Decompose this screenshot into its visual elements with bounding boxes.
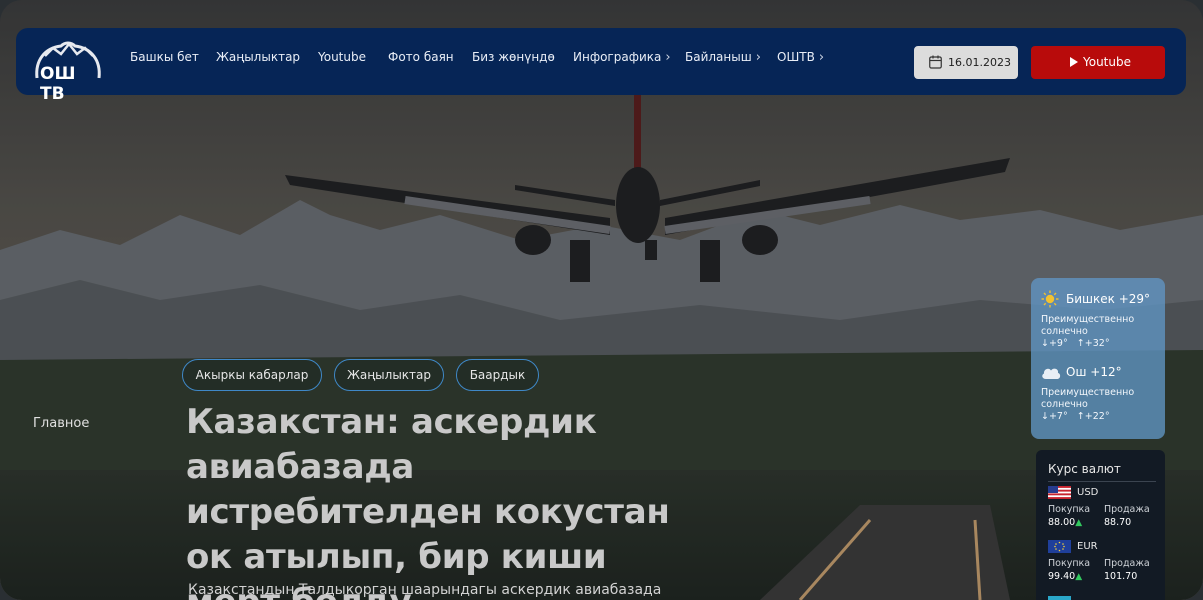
currency-code: USD	[1077, 487, 1099, 498]
weather-low: +7°	[1048, 411, 1068, 422]
buy-label: Покупка	[1048, 504, 1091, 515]
tag-label: Жаңылыктар	[346, 368, 432, 382]
weather-temp: +12°	[1090, 365, 1122, 379]
weather-range: ↓+9° ↑+32°	[1041, 338, 1110, 349]
weather-desc: Преимущественно солнечно	[1041, 387, 1135, 410]
article-subheadline: Казакстандын Талдыкорган шаарындагы аске…	[188, 582, 662, 598]
arrow-up-icon: ▲	[1075, 518, 1083, 528]
currency-widget: Курс валют USD Покупка Продажа 88.00▲ 88…	[1036, 450, 1165, 600]
arrow-up-icon: ↑	[1076, 411, 1085, 422]
weather-high: +32°	[1084, 338, 1110, 349]
play-icon	[1070, 57, 1078, 67]
arrow-up-icon: ▲	[1075, 572, 1083, 582]
nav-item-oshtv[interactable]: ОШТВ ›	[777, 50, 824, 65]
nav-item-label: Башкы бет	[130, 50, 199, 64]
nav-item-label: Инфографика	[573, 50, 662, 64]
arrow-up-icon: ↑	[1076, 338, 1085, 349]
divider	[1048, 481, 1156, 482]
youtube-button-label: Youtube	[1083, 55, 1131, 69]
buy-rate: 99.40	[1048, 571, 1076, 582]
nav-item-label: ОШТВ	[777, 50, 815, 64]
sell-value: 101.70	[1104, 571, 1138, 582]
cloud-icon	[1042, 368, 1061, 379]
buy-label: Покупка	[1048, 558, 1091, 569]
calendar-icon	[929, 55, 942, 69]
buy-value: 99.40▲	[1048, 571, 1082, 582]
nav-item-label: Youtube	[318, 50, 366, 64]
weather-range: ↓+7° ↑+22°	[1041, 411, 1110, 422]
top-navbar: ОШ ТВ Башкы бет Жаңылыктар Youtube Фото …	[16, 28, 1186, 104]
nav-item-infographics[interactable]: Инфографика ›	[573, 50, 671, 65]
nav-item-contact[interactable]: Байланыш ›	[685, 50, 761, 65]
buy-rate: 88.00	[1048, 517, 1076, 528]
currency-code: EUR	[1077, 541, 1098, 552]
kz-flag-icon	[1048, 596, 1071, 600]
arrow-down-icon: ↓	[1041, 411, 1049, 422]
weather-city-name: Ош	[1066, 365, 1087, 379]
sun-icon	[1041, 290, 1059, 308]
weather-low: +9°	[1048, 338, 1068, 349]
nav-item-label: Биз жөнүндө	[472, 50, 555, 64]
nav-item-label: Жаңылыктар	[216, 50, 301, 64]
weather-widget: Бишкек +29° Преимущественно солнечно ↓+9…	[1031, 278, 1165, 439]
us-flag-icon	[1048, 486, 1071, 499]
nav-item-label: Байланыш	[685, 50, 752, 64]
nav-item-news[interactable]: Жаңылыктар	[216, 50, 300, 64]
tag-label: Акыркы кабарлар	[195, 368, 309, 382]
weather-city-name: Бишкек	[1066, 292, 1115, 306]
currency-title: Курс валют	[1048, 462, 1121, 476]
tag-all[interactable]: Баардык	[456, 359, 539, 391]
tag-latest-news[interactable]: Акыркы кабарлар	[182, 359, 322, 391]
chevron-right-icon: ›	[818, 50, 825, 65]
date-value: 16.01.2023	[948, 56, 1011, 69]
sell-label: Продажа	[1104, 504, 1150, 515]
buy-value: 88.00▲	[1048, 517, 1082, 528]
nav-item-youtube[interactable]: Youtube	[318, 50, 366, 64]
chevron-right-icon: ›	[755, 50, 761, 65]
date-picker[interactable]: 16.01.2023	[914, 46, 1018, 79]
tag-news[interactable]: Жаңылыктар	[334, 359, 444, 391]
article-headline[interactable]: Казакстан: аскердик авиабазада истребите…	[186, 400, 706, 600]
weather-city-bishkek: Бишкек +29°	[1066, 292, 1150, 306]
youtube-button[interactable]: Youtube	[1031, 46, 1165, 79]
logo-text: ОШ ТВ	[40, 64, 76, 104]
oshtv-logo[interactable]: ОШ ТВ	[31, 38, 105, 104]
nav-item-home[interactable]: Башкы бет	[130, 50, 199, 64]
eu-flag-icon	[1048, 540, 1071, 553]
sell-label: Продажа	[1104, 558, 1150, 569]
sell-value: 88.70	[1104, 517, 1132, 528]
tag-label: Баардык	[469, 368, 526, 382]
weather-high: +22°	[1084, 411, 1110, 422]
weather-city-osh: Ош +12°	[1066, 365, 1122, 379]
section-label-main: Главное	[33, 416, 90, 431]
nav-item-photo-story[interactable]: Фото баян	[388, 50, 454, 64]
nav-item-label: Фото баян	[388, 50, 454, 64]
page-frame: ОШ ТВ Башкы бет Жаңылыктар Youtube Фото …	[0, 0, 1203, 600]
arrow-down-icon: ↓	[1041, 338, 1049, 349]
nav-item-about[interactable]: Биз жөнүндө	[472, 50, 555, 64]
weather-desc: Преимущественно солнечно	[1041, 314, 1135, 337]
weather-temp: +29°	[1118, 292, 1151, 306]
chevron-right-icon: ›	[665, 50, 671, 65]
